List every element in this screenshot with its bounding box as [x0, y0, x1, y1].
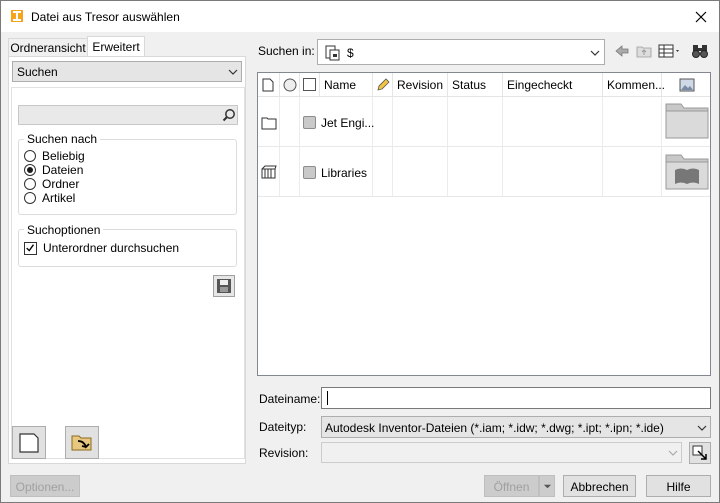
revision-select[interactable]: [321, 442, 682, 463]
tab-folder-view[interactable]: Ordneransicht: [8, 38, 88, 57]
save-search-button[interactable]: [213, 275, 235, 297]
file-dialog-window: Datei aus Tresor auswählen Ordneransicht…: [0, 0, 720, 503]
col-status-header[interactable]: [280, 73, 300, 97]
up-folder-icon[interactable]: [636, 43, 652, 59]
close-icon[interactable]: [691, 7, 711, 27]
image-icon: [679, 78, 695, 92]
subfolders-label: Unterordner durchsuchen: [43, 241, 180, 255]
subfolders-checkbox[interactable]: [24, 242, 37, 255]
options-button[interactable]: Optionen...: [10, 475, 80, 497]
row-state-indicator: [303, 116, 316, 129]
look-in-select[interactable]: $: [317, 39, 605, 65]
col-revision-header[interactable]: Revision: [393, 73, 448, 97]
file-list-view[interactable]: Name Revision Status Eingecheckt Kommen.…: [257, 72, 711, 376]
col-status-text-header[interactable]: Status: [448, 73, 503, 97]
chevron-down-icon: [228, 69, 238, 75]
folder-thumbnail: [665, 103, 709, 139]
back-arrow-icon[interactable]: [614, 43, 630, 59]
search-icon[interactable]: [222, 108, 236, 122]
col-checkedin-header[interactable]: Eingecheckt: [503, 73, 603, 97]
search-mode-select[interactable]: Suchen: [12, 61, 242, 82]
search-options-title: Suchoptionen: [24, 223, 104, 237]
inventor-app-icon: [11, 10, 23, 22]
window-title: Datei aus Tresor auswählen: [31, 10, 180, 24]
chevron-down-icon: [590, 50, 600, 56]
list-header: Name Revision Status Eingecheckt Kommen.…: [258, 73, 710, 97]
view-menu-icon[interactable]: [658, 43, 682, 59]
row-name: Jet Engi...: [321, 116, 375, 130]
radio-ordner-label: Ordner: [42, 177, 80, 191]
radio-artikel[interactable]: [24, 192, 36, 204]
col-name-header[interactable]: Name: [320, 73, 373, 97]
filetype-select[interactable]: Autodesk Inventor-Dateien (*.iam; *.idw;…: [321, 416, 711, 438]
radio-artikel-label: Artikel: [42, 191, 76, 205]
status-circle-icon: [283, 78, 297, 92]
pencil-icon: [377, 78, 390, 91]
radio-beliebig[interactable]: [24, 150, 36, 162]
filetype-label: Dateityp:: [259, 420, 307, 434]
open-dropdown-button[interactable]: [539, 475, 555, 497]
blank-document-icon: [19, 433, 39, 453]
col-thumbnail-header[interactable]: [662, 73, 710, 97]
floppy-save-icon: [217, 279, 231, 293]
revision-label: Revision:: [259, 446, 309, 460]
filename-label: Dateiname:: [259, 392, 321, 406]
search-input[interactable]: [18, 105, 238, 125]
search-mode-value: Suchen: [17, 65, 58, 79]
col-check-header[interactable]: [300, 73, 320, 97]
filetype-value: Autodesk Inventor-Dateien (*.iam; *.idw;…: [325, 421, 664, 435]
chevron-down-icon: [697, 425, 707, 431]
radio-beliebig-label: Beliebig: [42, 149, 85, 163]
library-folder-thumbnail: [665, 154, 709, 190]
title-bar: Datei aus Tresor auswählen: [1, 1, 719, 32]
look-in-label: Suchen in:: [258, 44, 315, 58]
look-in-value: $: [347, 46, 354, 60]
col-type-header[interactable]: [258, 73, 280, 97]
radio-ordner[interactable]: [24, 178, 36, 190]
chevron-down-icon: [668, 450, 678, 456]
folder-arrow-icon: [71, 435, 92, 451]
row-name: Libraries: [321, 166, 368, 180]
folder-icon: [261, 117, 277, 130]
col-comment-header[interactable]: Kommen...: [603, 73, 665, 97]
radio-dateien-label: Dateien: [42, 163, 84, 177]
cancel-button[interactable]: Abbrechen: [563, 475, 636, 497]
help-button[interactable]: Hilfe: [646, 475, 711, 497]
revision-options-button[interactable]: [689, 442, 711, 464]
search-for-title: Suchen nach: [24, 132, 101, 146]
table-row[interactable]: Libraries: [258, 147, 710, 197]
row-state-indicator: [303, 166, 316, 179]
open-folder-button[interactable]: [65, 426, 99, 459]
radio-dateien[interactable]: [24, 164, 36, 176]
header-checkbox[interactable]: [303, 78, 316, 91]
text-cursor: [327, 391, 328, 405]
new-file-button[interactable]: [12, 426, 46, 459]
revision-arrow-icon: [692, 445, 707, 460]
chevron-down-icon: [543, 484, 552, 489]
filename-field[interactable]: [321, 387, 711, 409]
tab-advanced[interactable]: Erweitert: [87, 36, 145, 57]
table-row[interactable]: Jet Engi...: [258, 97, 710, 147]
vault-root-icon: [325, 45, 340, 61]
open-button[interactable]: Öffnen: [484, 475, 539, 497]
binoculars-icon[interactable]: [691, 43, 709, 59]
checkmark-icon: [26, 244, 35, 252]
document-icon: [262, 78, 274, 92]
col-edit-header[interactable]: [373, 73, 393, 97]
advanced-search-pane: Suchen Suchen nach Beliebig Dateien Ordn…: [8, 56, 246, 464]
library-icon: [261, 165, 277, 179]
